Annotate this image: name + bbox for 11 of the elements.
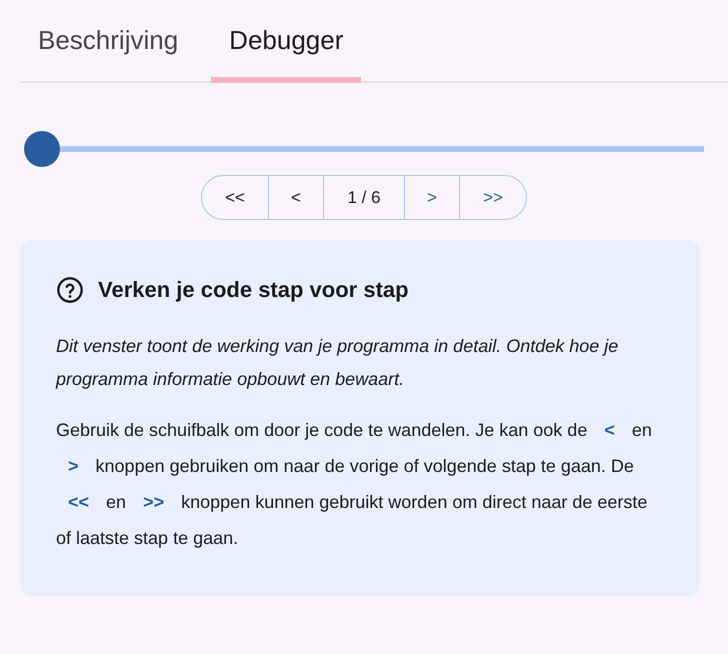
help-icon [56, 276, 84, 304]
step-slider[interactable] [24, 131, 704, 167]
help-text: Gebruik de schuifbalk om door je code te wandelen. Je kan ook de < en > knoppen gebruiken om naar de vorige of volgende stap te gaan. De << en >> knoppen kunnen gebruikt worden om direct naar de eerste of laatste stap te gaan. [56, 419, 653, 550]
step-button[interactable]: > [405, 175, 460, 220]
intro-text: Dit venster toont de werking van je programma in detail. Ontdek hoe je programma informatie opbouwt en bewaart. [56, 335, 620, 391]
slider-thumb[interactable] [24, 131, 60, 167]
step-counter: 1 / 6 [324, 175, 405, 220]
tab[interactable]: Beschrijving [20, 0, 196, 81]
tab[interactable]: Debugger [211, 0, 362, 81]
step-button[interactable]: >> [460, 175, 527, 220]
card-title: Verken je code stap voor stap [98, 277, 409, 303]
